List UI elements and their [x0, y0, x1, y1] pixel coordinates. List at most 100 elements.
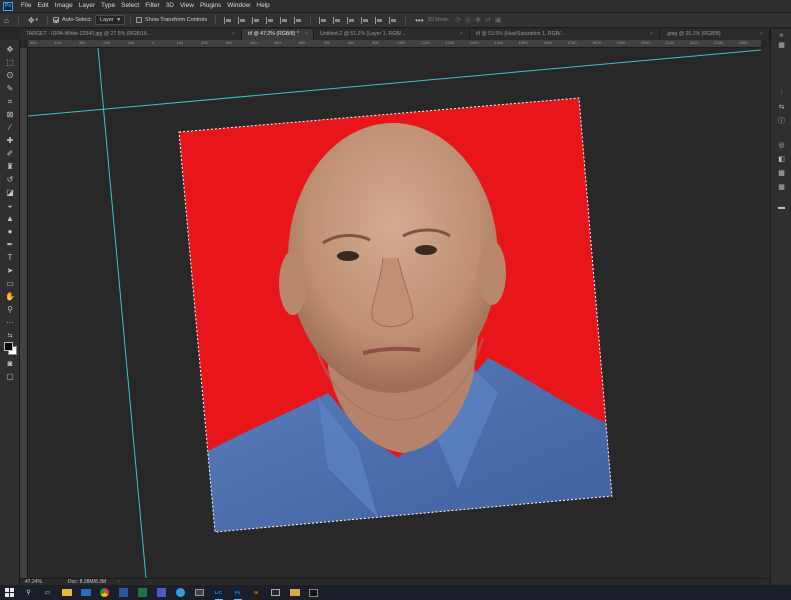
- menu-layer[interactable]: Layer: [76, 0, 98, 12]
- align-bottom-icon[interactable]: [252, 16, 260, 24]
- photoshop-icon[interactable]: Ps: [231, 587, 245, 600]
- more-tools-icon[interactable]: ···: [4, 318, 16, 328]
- tab-target[interactable]: TARGET - IDPA-White-22940.jpg @ 27.5% (R…: [20, 29, 242, 40]
- align-left-icon[interactable]: [266, 16, 274, 24]
- distribute-bottom-icon[interactable]: [347, 16, 355, 24]
- healing-brush-icon[interactable]: ✚: [4, 136, 16, 146]
- paint-bucket-icon[interactable]: ◒: [4, 201, 16, 211]
- dodge-icon[interactable]: ●: [4, 227, 16, 237]
- hand-icon[interactable]: ✋: [4, 292, 16, 302]
- document-canvas[interactable]: [28, 48, 761, 578]
- vertical-ruler[interactable]: [20, 48, 28, 578]
- eyedropper-icon[interactable]: ⁄: [4, 123, 16, 133]
- lasso-icon[interactable]: ʘ: [4, 71, 16, 81]
- channels-icon[interactable]: ◧: [776, 155, 787, 165]
- clone-stamp-icon[interactable]: ♜: [4, 162, 16, 172]
- auto-select-checkbox[interactable]: [53, 17, 60, 23]
- chrome-icon[interactable]: [98, 587, 112, 599]
- camera-icon[interactable]: [193, 587, 207, 599]
- close-icon[interactable]: ×: [760, 29, 763, 40]
- 3d-roll-icon[interactable]: ◎: [465, 16, 471, 24]
- quick-mask-icon[interactable]: ◙: [4, 359, 16, 369]
- brush-icon[interactable]: ✐: [4, 149, 16, 159]
- task-view-icon[interactable]: ▭: [41, 587, 55, 599]
- 3d-scale-icon[interactable]: ▣: [495, 16, 502, 24]
- menu-select[interactable]: Select: [118, 0, 142, 12]
- 3d-pan-icon[interactable]: ✥: [475, 16, 481, 24]
- close-icon[interactable]: ×: [232, 29, 235, 40]
- close-icon[interactable]: ×: [650, 29, 653, 40]
- 3d-orbit-icon[interactable]: ⟳: [455, 16, 461, 24]
- mail-icon[interactable]: [79, 587, 93, 599]
- type-icon[interactable]: T: [4, 253, 16, 263]
- menu-file[interactable]: File: [18, 0, 34, 12]
- vertical-scrollbar[interactable]: [761, 48, 770, 578]
- word-icon[interactable]: [117, 587, 131, 599]
- home-icon[interactable]: ⌂: [4, 16, 9, 25]
- menu-filter[interactable]: Filter: [142, 0, 162, 12]
- menu-help[interactable]: Help: [253, 0, 272, 12]
- distribute-left-icon[interactable]: [361, 16, 369, 24]
- zoom-icon[interactable]: ⚲: [4, 305, 16, 315]
- pen-icon[interactable]: ✒: [4, 240, 16, 250]
- tab-tif-hue-saturation[interactable]: tif @ 53.5% (Hue/Saturation 1, RGB/... ×: [470, 29, 660, 40]
- media-icon[interactable]: [269, 587, 283, 599]
- distribute-top-icon[interactable]: [319, 16, 327, 24]
- edge-icon[interactable]: [174, 587, 188, 599]
- menu-edit[interactable]: Edit: [34, 0, 51, 12]
- guide-horizontal[interactable]: [28, 49, 761, 117]
- auto-select-target-dropdown[interactable]: Layer ▾: [95, 15, 126, 25]
- history-brush-icon[interactable]: ↺: [4, 175, 16, 185]
- menu-window[interactable]: Window: [224, 0, 253, 12]
- teams-icon[interactable]: [155, 587, 169, 599]
- layers-icon[interactable]: ◎: [776, 141, 787, 151]
- align-top-icon[interactable]: [224, 16, 232, 24]
- 3d-slide-icon[interactable]: ⇄: [485, 16, 491, 24]
- screen-mode-icon[interactable]: ▢: [4, 372, 16, 382]
- chevron-down-icon[interactable]: ▾: [36, 17, 39, 23]
- adjustments-icon[interactable]: ▦: [776, 41, 787, 51]
- tab-untitled-2[interactable]: Untitled-2 @ 51.2% (Layer 1, RGB/... ×: [314, 29, 470, 40]
- properties-icon[interactable]: ⫶: [776, 89, 787, 99]
- windows-start-icon[interactable]: [3, 587, 17, 599]
- close-icon[interactable]: ×: [305, 29, 308, 40]
- move-tool-preset-icon[interactable]: ✥: [28, 16, 35, 25]
- marquee-icon[interactable]: ⬚: [4, 58, 16, 68]
- align-horizontal-center-icon[interactable]: [280, 16, 288, 24]
- lightroom-classic-icon[interactable]: LrC: [212, 587, 226, 600]
- excel-icon[interactable]: [136, 587, 150, 599]
- eraser-icon[interactable]: ◪: [4, 188, 16, 198]
- search-icon[interactable]: ⚲: [22, 587, 36, 599]
- guide-vertical[interactable]: [97, 48, 147, 578]
- menu-3d[interactable]: 3D: [163, 0, 177, 12]
- distribute-center-icon[interactable]: [333, 16, 341, 24]
- path-select-icon[interactable]: ➤: [4, 266, 16, 276]
- distribute-right-icon[interactable]: [389, 16, 397, 24]
- libraries-icon[interactable]: ▬: [776, 203, 787, 213]
- file-explorer-icon[interactable]: [60, 587, 74, 599]
- swap-colors-icon[interactable]: ⇆: [4, 331, 16, 341]
- distribute-hcenter-icon[interactable]: [375, 16, 383, 24]
- paths-icon[interactable]: ▩: [776, 169, 787, 179]
- shape-icon[interactable]: ▭: [4, 279, 16, 289]
- info-icon[interactable]: ⇆: [776, 103, 787, 113]
- align-vertical-center-icon[interactable]: [238, 16, 246, 24]
- menu-type[interactable]: Type: [98, 0, 118, 12]
- show-transform-checkbox[interactable]: [136, 17, 143, 23]
- tab-tif-active[interactable]: tif @ 47.2% (RGB/8) * ×: [242, 29, 314, 40]
- move-icon[interactable]: ✥: [4, 45, 16, 55]
- horizontal-ruler[interactable]: 500 400 300 200 100 0 100 200 300 400 500 600 700 800…: [28, 40, 761, 48]
- quick-select-icon[interactable]: ✎: [4, 84, 16, 94]
- menu-image[interactable]: Image: [52, 0, 76, 12]
- swatches-icon[interactable]: ▦: [776, 183, 787, 193]
- info-circle-icon[interactable]: ⓘ: [776, 117, 787, 127]
- crop-icon[interactable]: ⌗: [4, 97, 16, 107]
- menu-view[interactable]: View: [177, 0, 197, 12]
- close-icon[interactable]: ×: [460, 29, 463, 40]
- align-right-icon[interactable]: [294, 16, 302, 24]
- tab-jpeg[interactable]: .jpeg @ 25.1% (RGB/8) ×: [660, 29, 770, 40]
- folder-icon[interactable]: [288, 587, 302, 599]
- bridge-icon[interactable]: Br: [250, 587, 264, 599]
- menu-plugins[interactable]: Plugins: [197, 0, 224, 12]
- frame-icon[interactable]: ⊠: [4, 110, 16, 120]
